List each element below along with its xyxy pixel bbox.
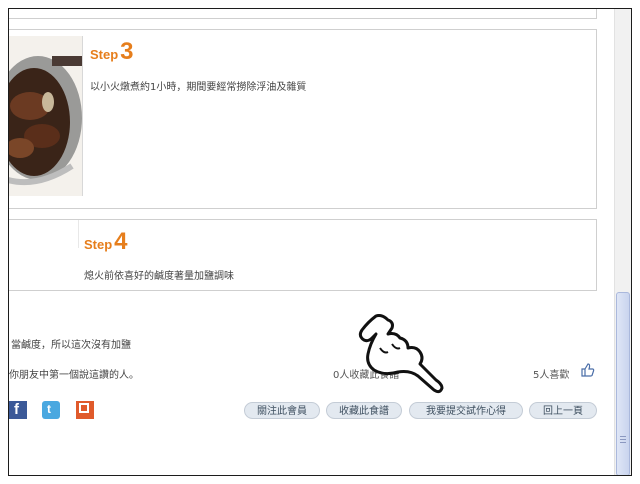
facebook-icon[interactable]: f: [9, 401, 27, 419]
submit-review-button[interactable]: 我要提交試作心得: [409, 402, 523, 419]
step-number: 3: [120, 38, 134, 65]
step-3-title: Step3: [90, 38, 134, 66]
hand-cursor-icon: [358, 314, 444, 394]
step-4-title: Step4: [84, 228, 128, 256]
step-number: 4: [114, 228, 128, 255]
scrollbar-grip-icon: [620, 436, 626, 445]
previous-step-card: [9, 9, 597, 19]
facebook-like-social-text: 你朋友中第一個說這讚的人。: [9, 370, 139, 381]
step-card-3: Step3 以小火燉煮約1小時，期間要經常撈除浮油及雜質: [9, 29, 597, 209]
plurk-icon[interactable]: [76, 401, 94, 419]
step-3-instruction: 以小火燉煮約1小時，期間要經常撈除浮油及雜質: [90, 82, 307, 93]
recipe-tip-text: 當鹹度，所以這次沒有加鹽: [11, 340, 131, 351]
vertical-scrollbar[interactable]: [614, 9, 631, 475]
collect-recipe-button[interactable]: 收藏此食譜: [326, 402, 402, 419]
step-divider: [78, 220, 79, 248]
likes-count[interactable]: 5人喜歡: [533, 366, 569, 381]
scrollbar-thumb[interactable]: [616, 292, 630, 475]
thumbs-up-icon[interactable]: [581, 363, 595, 377]
back-button[interactable]: 回上一頁: [529, 402, 597, 419]
step-word: Step: [90, 47, 119, 62]
step-card-4: Step4 熄火前依喜好的鹹度著量加鹽調味: [9, 219, 597, 291]
step-word: Step: [84, 237, 113, 252]
follow-member-button[interactable]: 關注此會員: [244, 402, 320, 419]
step-4-instruction: 熄火前依喜好的鹹度著量加鹽調味: [84, 271, 234, 282]
step-3-photo: [9, 36, 83, 196]
browser-viewport: Step3 以小火燉煮約1小時，期間要經常撈除浮油及雜質 Step4 熄火前依喜…: [8, 8, 632, 476]
twitter-icon[interactable]: t: [42, 401, 60, 419]
